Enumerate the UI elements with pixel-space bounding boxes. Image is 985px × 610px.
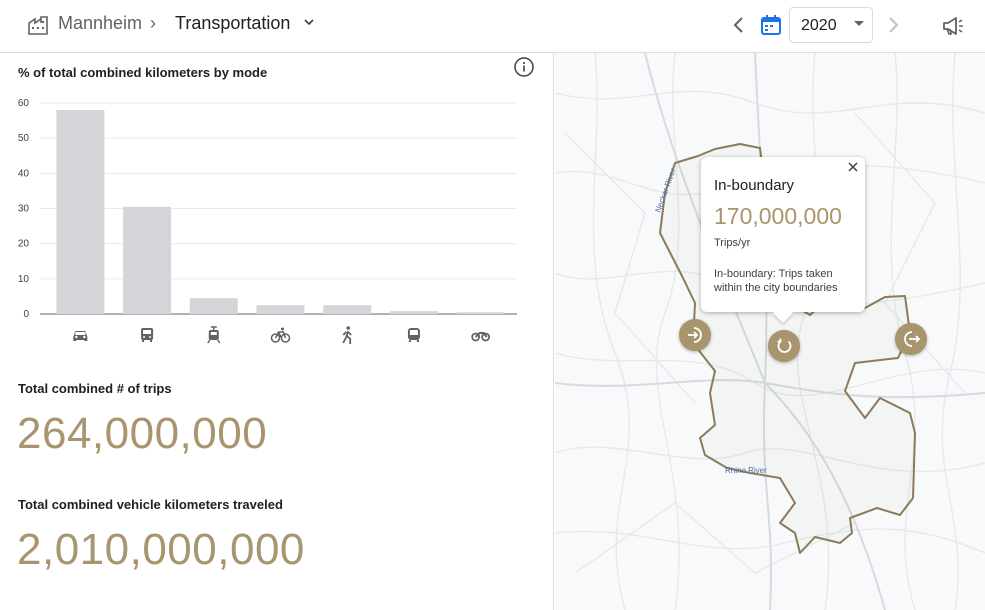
vkt-value: 2,010,000,000 — [17, 525, 305, 574]
car-icon — [73, 331, 88, 341]
y-tick-label: 10 — [18, 274, 30, 285]
megaphone-icon[interactable] — [941, 15, 965, 37]
bicycle-icon — [270, 327, 291, 343]
dropdown-arrow-icon — [854, 21, 864, 26]
coach-icon — [407, 328, 420, 342]
outbound-icon — [904, 331, 921, 347]
bus-icon — [141, 328, 154, 342]
year-select[interactable]: 2020 — [789, 7, 873, 43]
bar-bus[interactable] — [389, 311, 438, 314]
chevron-right-icon[interactable] — [882, 14, 904, 36]
stats-panel: % of total combined kilometers by mode 0… — [0, 53, 554, 610]
city-buildings-icon[interactable] — [26, 13, 50, 37]
tram-icon — [207, 326, 221, 344]
breadcrumb-city[interactable]: Mannheim — [58, 12, 142, 34]
tooltip-description: In-boundary: Trips taken within the city… — [714, 268, 838, 294]
inbound-button[interactable] — [679, 319, 711, 351]
in-boundary-tooltip: In-boundary 170,000,000 Trips/yr In-boun… — [701, 157, 865, 312]
in-boundary-button[interactable] — [768, 330, 800, 362]
bar-car[interactable] — [56, 110, 105, 315]
breadcrumb-separator: › — [150, 13, 156, 33]
trips-label: Total combined # of trips — [18, 381, 172, 396]
in-boundary-icon — [777, 338, 792, 353]
chart-title: % of total combined kilometers by mode — [18, 65, 268, 80]
y-tick-label: 0 — [23, 309, 29, 320]
bar-bus[interactable] — [123, 206, 172, 314]
info-icon[interactable] — [513, 56, 535, 78]
bar-motorcycle[interactable] — [456, 312, 505, 314]
mode-share-bar-chart: 0 10 20 30 40 50 60 — [18, 98, 517, 344]
chevron-down-icon[interactable] — [301, 14, 317, 30]
bar-bicycle[interactable] — [256, 305, 305, 314]
y-tick-label: 40 — [18, 168, 30, 179]
calendar-icon[interactable] — [760, 14, 782, 36]
inbound-icon — [688, 327, 702, 343]
vkt-label: Total combined vehicle kilometers travel… — [18, 497, 283, 512]
bar-tram[interactable] — [189, 298, 238, 314]
tooltip-unit: Trips/yr — [714, 237, 751, 249]
y-tick-label: 50 — [18, 133, 30, 144]
chevron-left-icon[interactable] — [728, 14, 750, 36]
rhine-river-label: Rhine River — [725, 466, 767, 475]
y-tick-label: 60 — [18, 98, 30, 109]
bar-walking[interactable] — [323, 305, 372, 314]
walking-icon — [342, 326, 352, 344]
outbound-button[interactable] — [895, 323, 927, 355]
trips-value: 264,000,000 — [17, 409, 268, 458]
close-icon[interactable] — [847, 161, 859, 173]
y-tick-label: 20 — [18, 239, 30, 250]
y-tick-label: 30 — [18, 204, 30, 215]
year-value: 2020 — [801, 17, 837, 34]
tooltip-title: In-boundary — [714, 177, 795, 194]
tooltip-value: 170,000,000 — [714, 203, 842, 229]
motorcycle-icon — [471, 332, 491, 342]
breadcrumb-section[interactable]: Transportation — [175, 12, 290, 34]
app-header: Mannheim › Transportation 2020 — [0, 0, 985, 53]
